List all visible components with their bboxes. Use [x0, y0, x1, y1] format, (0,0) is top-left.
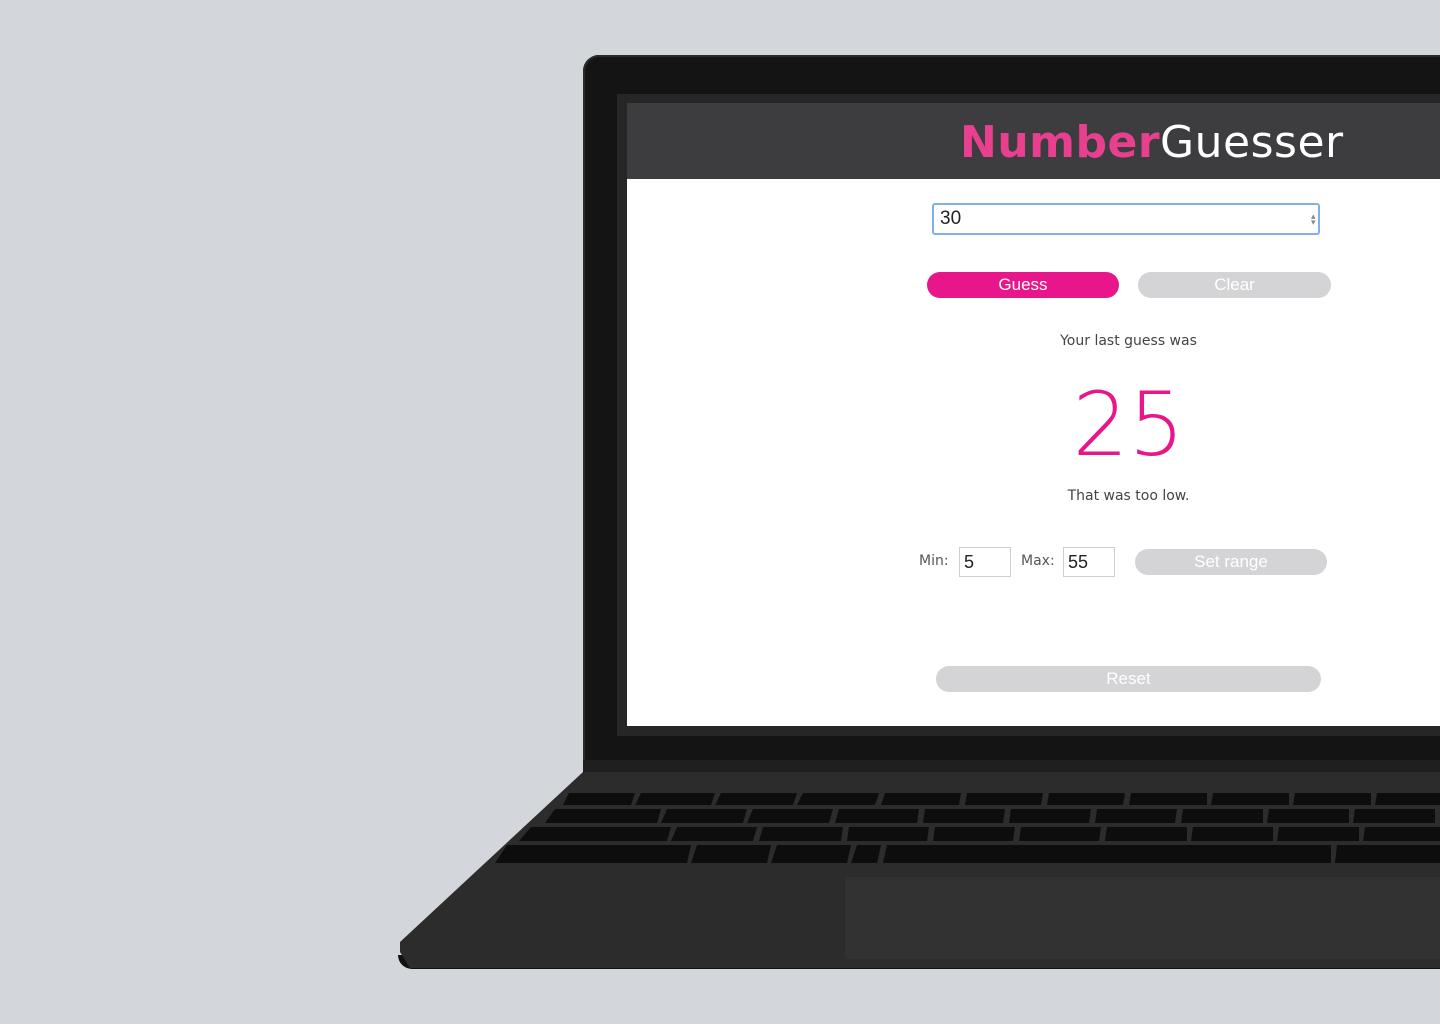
- app-header: NumberGuesser: [627, 103, 1440, 179]
- logo-guesser: Guesser: [1160, 117, 1344, 168]
- guess-input[interactable]: [932, 203, 1320, 235]
- max-label: Max:: [1021, 553, 1055, 569]
- logo-number: Number: [960, 117, 1161, 168]
- last-guess-intro: Your last guess was: [1060, 333, 1197, 349]
- min-input[interactable]: [959, 547, 1011, 577]
- keyboard: [495, 793, 1440, 863]
- min-label: Min:: [919, 553, 949, 569]
- app-logo: NumberGuesser: [960, 117, 1344, 168]
- reset-button[interactable]: Reset: [936, 666, 1321, 692]
- guess-button[interactable]: Guess: [927, 272, 1119, 298]
- laptop-hinge: [583, 760, 1440, 774]
- guess-feedback: That was too low.: [1067, 488, 1190, 504]
- clear-button[interactable]: Clear: [1138, 272, 1331, 298]
- spinner-arrows-icon[interactable]: ▴ ▾: [1311, 212, 1316, 227]
- set-range-button[interactable]: Set range: [1135, 549, 1327, 575]
- trackpad: [845, 877, 1440, 959]
- last-guess-number: 25: [1072, 373, 1185, 476]
- max-input[interactable]: [1063, 547, 1115, 577]
- app-screen: NumberGuesser ▴▾ Guess Clear Your last g…: [627, 103, 1440, 726]
